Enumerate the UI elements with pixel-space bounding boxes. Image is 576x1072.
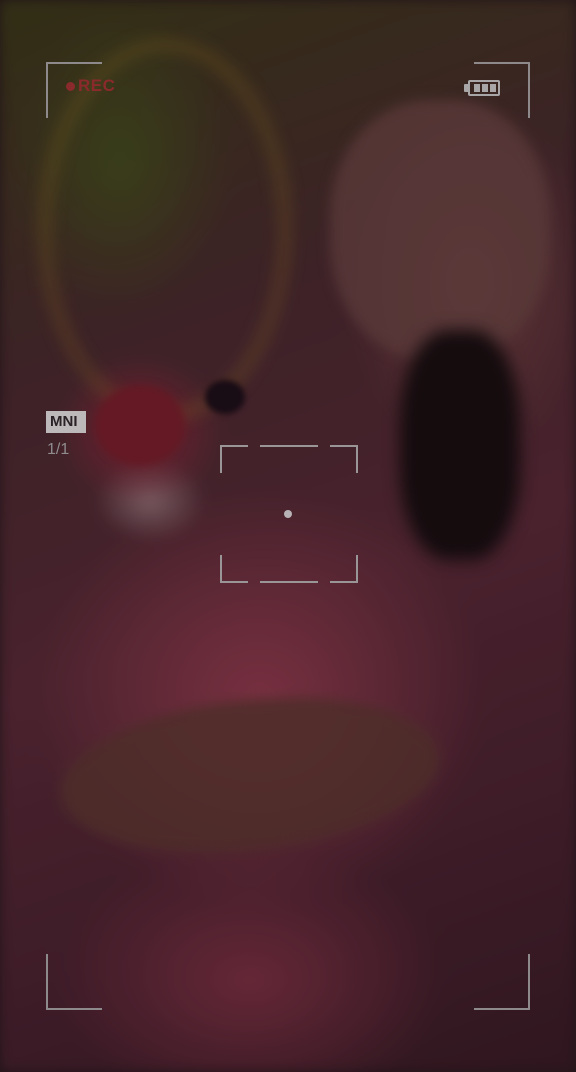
battery-level-bar	[474, 84, 480, 92]
battery-level-bar	[490, 84, 496, 92]
frame-corner-bottom-right	[474, 954, 530, 1010]
battery-icon	[464, 78, 504, 98]
mode-badge: MNI	[46, 411, 86, 433]
focus-point-icon	[284, 510, 292, 518]
record-dot-icon	[66, 81, 75, 91]
frame-corner-bottom-left	[46, 954, 102, 1010]
recording-indicator: REC	[66, 76, 115, 96]
frame-counter: 1/1	[47, 441, 70, 458]
focus-frame[interactable]	[220, 445, 358, 583]
battery-level-bar	[482, 84, 488, 92]
camera-viewfinder: REC MNI 1/1	[0, 0, 576, 1072]
recording-label: REC	[78, 76, 116, 95]
